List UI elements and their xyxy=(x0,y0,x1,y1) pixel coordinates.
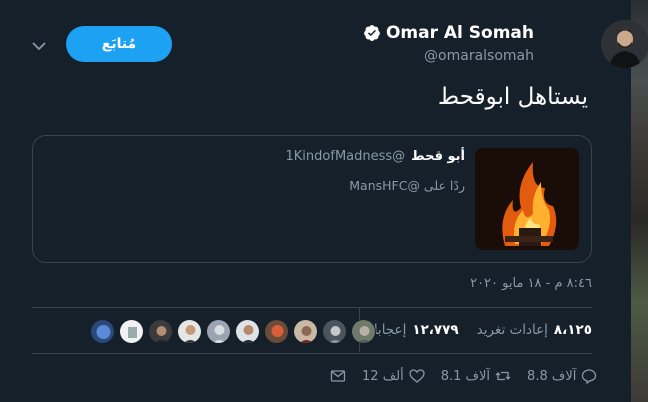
like-button[interactable]: 12 ألف xyxy=(362,368,425,384)
liker-avatar[interactable] xyxy=(293,319,318,344)
retweet-count: 8.1 آلاف xyxy=(440,368,491,384)
liker-avatar[interactable] xyxy=(90,319,115,344)
quoted-author-handle: @1KindofMadness xyxy=(285,149,406,164)
reply-count: 8.8 آلاف xyxy=(527,368,577,384)
liker-avatar[interactable] xyxy=(177,319,202,344)
retweet-button[interactable]: 8.1 آلاف xyxy=(441,368,511,384)
retweet-icon xyxy=(495,371,511,381)
engagement-stats: ٨،١٢٥ إعادات تغريد ١٢،٧٧٩ إعجابات xyxy=(361,320,592,340)
tweet-actions: 12 ألف 8.1 آلاف 8.8 آلاف xyxy=(330,368,613,384)
chevron-down-icon[interactable] xyxy=(30,38,48,52)
quoted-author-name: أبو قحط xyxy=(411,149,465,164)
heart-icon xyxy=(409,369,425,383)
retweets-count[interactable]: ٨،١٢٥ xyxy=(554,322,592,338)
quoted-tweet[interactable]: أبو قحط @1KindofMadness ردًا على @MansHF… xyxy=(32,135,592,263)
envelope-icon xyxy=(330,370,346,382)
fire-image[interactable] xyxy=(475,148,579,250)
verified-badge-icon xyxy=(364,25,380,41)
divider xyxy=(32,307,592,308)
tweet-text: يستاهل ابوقحط xyxy=(437,84,588,110)
retweets-label[interactable]: إعادات تغريد xyxy=(477,322,548,338)
quoted-tweet-header: أبو قحط @1KindofMadness xyxy=(286,149,465,164)
avatar[interactable] xyxy=(601,20,648,68)
message-button[interactable] xyxy=(330,368,346,384)
liker-avatar[interactable] xyxy=(148,319,173,344)
liker-avatar[interactable] xyxy=(119,319,144,344)
follow-button[interactable]: مُتابَع xyxy=(66,26,172,62)
liker-avatar[interactable] xyxy=(351,319,376,344)
liker-avatars xyxy=(90,319,376,345)
liker-avatar[interactable] xyxy=(264,319,289,344)
quoted-reply-to: ردًا على @MansHFC xyxy=(349,178,465,193)
reply-button[interactable]: 8.8 آلاف xyxy=(527,368,597,384)
author-name-row[interactable]: Omar Al Somah xyxy=(363,21,534,45)
author-name: Omar Al Somah xyxy=(385,23,534,43)
liker-avatar[interactable] xyxy=(322,319,347,344)
liker-avatar[interactable] xyxy=(206,319,231,344)
reply-icon xyxy=(582,369,597,384)
divider xyxy=(32,353,592,354)
tweet-timestamp[interactable]: ٨:٤٦ م - ١٨ مايو ٢٠٢٠ xyxy=(470,276,592,291)
author-handle[interactable]: @omaralsomah xyxy=(424,48,534,64)
liker-avatar[interactable] xyxy=(235,319,260,344)
likes-count[interactable]: ١٢،٧٧٩ xyxy=(412,322,458,338)
like-count: 12 ألف xyxy=(362,368,404,384)
